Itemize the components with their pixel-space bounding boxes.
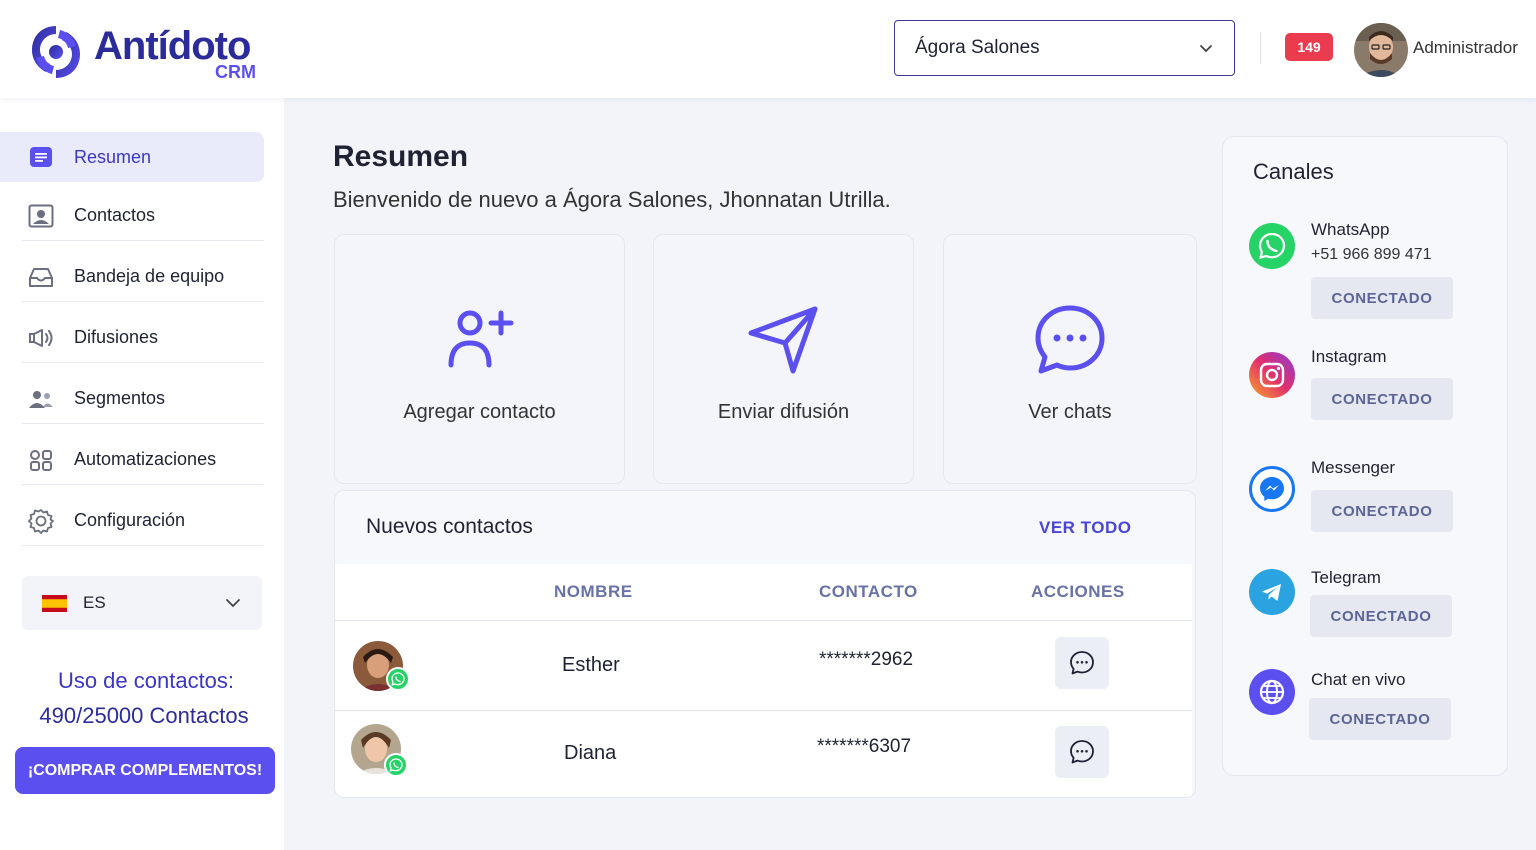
channel-status-button[interactable]: CONECTADO bbox=[1311, 277, 1453, 319]
new-contacts-title: Nuevos contactos bbox=[366, 515, 533, 538]
send-broadcast-card[interactable]: Enviar difusión bbox=[653, 234, 914, 484]
channel-name: Chat en vivo bbox=[1311, 670, 1406, 689]
sidebar-item-resumen[interactable]: Resumen bbox=[0, 132, 264, 182]
sidebar-item-automatizaciones[interactable]: Automatizaciones bbox=[22, 435, 264, 485]
column-header-name: NOMBRE bbox=[554, 582, 633, 601]
gear-icon bbox=[26, 506, 56, 536]
channel-name: WhatsApp bbox=[1311, 220, 1390, 239]
sidebar-item-label: Resumen bbox=[74, 146, 152, 167]
instagram-icon bbox=[1249, 352, 1295, 398]
table-row[interactable]: Esther *******2962 bbox=[335, 621, 1192, 711]
automations-icon bbox=[26, 445, 56, 475]
buy-addons-button[interactable]: ¡COMPRAR COMPLEMENTOS! bbox=[15, 747, 275, 794]
chevron-down-icon bbox=[1200, 45, 1212, 53]
page-title: Resumen bbox=[333, 140, 469, 173]
inbox-icon bbox=[26, 262, 56, 292]
sidebar-item-label: Segmentos bbox=[74, 388, 166, 408]
telegram-icon bbox=[1249, 569, 1295, 615]
messenger-icon bbox=[1249, 466, 1295, 512]
segments-icon bbox=[26, 384, 56, 414]
add-user-icon bbox=[443, 303, 517, 377]
admin-name[interactable]: Administrador bbox=[1413, 38, 1518, 58]
language-select[interactable]: ES bbox=[22, 576, 262, 630]
channel-name: Messenger bbox=[1311, 458, 1396, 477]
admin-avatar[interactable] bbox=[1354, 23, 1408, 77]
send-icon bbox=[747, 303, 821, 377]
channel-status-button[interactable]: CONECTADO bbox=[1309, 698, 1451, 740]
salon-select[interactable]: Ágora Salones bbox=[894, 20, 1235, 76]
channels-title: Canales bbox=[1253, 159, 1334, 184]
column-header-contact: CONTACTO bbox=[819, 582, 918, 601]
sidebar-item-label: Bandeja de equipo bbox=[74, 266, 225, 286]
broadcast-icon bbox=[26, 323, 56, 353]
chat-icon bbox=[1033, 303, 1107, 377]
contact-phone: *******6307 bbox=[817, 736, 912, 757]
table-row[interactable]: Diana *******6307 bbox=[335, 711, 1192, 797]
brand-logo[interactable]: Antídoto CRM bbox=[24, 20, 264, 84]
contact-name: Diana bbox=[564, 742, 617, 764]
usage-count: 490/25000 Contactos bbox=[39, 703, 249, 728]
whatsapp-badge-icon bbox=[386, 667, 410, 691]
logo-icon bbox=[32, 26, 80, 78]
sidebar: Resumen Contactos Bandeja de equipo Difu… bbox=[0, 98, 284, 850]
action-label: Agregar contacto bbox=[403, 401, 556, 423]
whatsapp-icon bbox=[1249, 223, 1295, 269]
contacts-table: NOMBRE CONTACTO ACCIONES Esther *******2… bbox=[335, 564, 1192, 797]
sidebar-item-difusiones[interactable]: Difusiones bbox=[22, 313, 264, 363]
salon-select-value: Ágora Salones bbox=[915, 37, 1040, 58]
open-chat-button[interactable] bbox=[1055, 726, 1109, 778]
brand-sub: CRM bbox=[215, 62, 256, 82]
open-chat-button[interactable] bbox=[1055, 637, 1109, 689]
welcome-message: Bienvenido de nuevo a Ágora Salones, Jho… bbox=[333, 187, 891, 212]
new-contacts-panel: Nuevos contactos VER TODO NOMBRE CONTACT… bbox=[334, 490, 1196, 798]
header-divider bbox=[1260, 32, 1261, 64]
spain-flag-icon bbox=[42, 594, 67, 612]
add-contact-card[interactable]: Agregar contacto bbox=[334, 234, 625, 484]
channels-panel: Canales WhatsApp +51 966 899 471 CONECTA… bbox=[1222, 136, 1508, 776]
whatsapp-badge-icon bbox=[384, 753, 408, 777]
contact-name: Esther bbox=[562, 654, 620, 676]
channel-status-button[interactable]: CONECTADO bbox=[1311, 490, 1453, 532]
contacts-icon bbox=[26, 201, 56, 231]
chat-icon bbox=[1070, 651, 1094, 675]
sidebar-item-segmentos[interactable]: Segmentos bbox=[22, 374, 264, 424]
sidebar-item-label: Difusiones bbox=[74, 327, 159, 347]
notifications-badge[interactable]: 149 bbox=[1285, 33, 1333, 61]
channel-status-button[interactable]: CONECTADO bbox=[1311, 378, 1453, 420]
sidebar-item-configuracion[interactable]: Configuración bbox=[22, 496, 264, 546]
action-label: Enviar difusión bbox=[717, 401, 850, 423]
sidebar-item-bandeja[interactable]: Bandeja de equipo bbox=[22, 252, 264, 302]
chat-icon bbox=[1070, 740, 1094, 764]
summary-icon bbox=[26, 142, 56, 172]
channel-phone: +51 966 899 471 bbox=[1311, 246, 1432, 263]
chevron-down-icon bbox=[226, 599, 240, 608]
sidebar-item-label: Automatizaciones bbox=[74, 449, 217, 469]
channel-name: Instagram bbox=[1311, 347, 1387, 366]
view-chats-card[interactable]: Ver chats bbox=[943, 234, 1197, 484]
top-header: Antídoto CRM Ágora Salones 149 Administr… bbox=[0, 0, 1536, 98]
language-code: ES bbox=[83, 593, 106, 612]
sidebar-item-contactos[interactable]: Contactos bbox=[22, 191, 264, 241]
usage-title: Uso de contactos: bbox=[57, 668, 235, 693]
contact-phone: *******2962 bbox=[819, 649, 914, 670]
channel-name: Telegram bbox=[1311, 568, 1381, 587]
user-photo-icon bbox=[1354, 23, 1408, 77]
sidebar-item-label: Contactos bbox=[74, 205, 156, 225]
globe-icon bbox=[1249, 669, 1295, 715]
action-label: Ver chats bbox=[1028, 401, 1112, 423]
channel-status-button[interactable]: CONECTADO bbox=[1310, 595, 1452, 637]
column-header-actions: ACCIONES bbox=[1031, 582, 1125, 601]
sidebar-item-label: Configuración bbox=[74, 510, 186, 530]
see-all-link[interactable]: VER TODO bbox=[1039, 518, 1131, 538]
